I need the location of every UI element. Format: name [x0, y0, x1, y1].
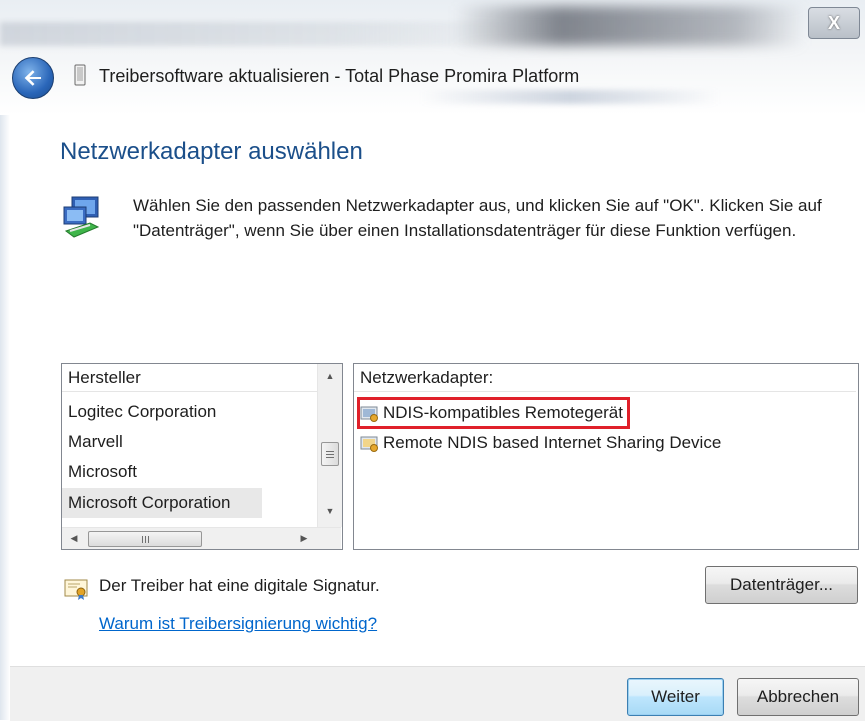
title-bar [0, 0, 865, 115]
next-button[interactable]: Weiter [627, 678, 724, 716]
scroll-up-icon[interactable]: ▲ [318, 366, 342, 386]
driver-signing-link[interactable]: Warum ist Treibersignierung wichtig? [99, 614, 377, 634]
signature-status-text: Der Treiber hat eine digitale Signatur. [99, 576, 380, 595]
adapter-item-label: NDIS-kompatibles Remotegerät [383, 403, 623, 422]
blurred-background-window [455, 6, 805, 46]
window-left-edge [0, 115, 10, 720]
network-device-icon [360, 406, 378, 422]
have-disk-button[interactable]: Datenträger... [705, 566, 858, 604]
cancel-button[interactable]: Abbrechen [737, 678, 859, 716]
device-icon [74, 64, 86, 86]
list-item[interactable]: Microsoft [62, 457, 262, 487]
back-arrow-icon [24, 70, 41, 86]
vertical-scrollbar[interactable]: ▲ ▼ [317, 364, 342, 527]
adapter-list-header: Netzwerkadapter: [354, 364, 856, 392]
page-heading: Netzwerkadapter auswählen [60, 138, 363, 165]
list-item-selected[interactable]: Microsoft Corporation [62, 488, 262, 518]
adapter-item-highlighted[interactable]: NDIS-kompatibles Remotegerät [357, 397, 630, 429]
instructions-text: Wählen Sie den passenden Netzwerkadapter… [133, 196, 822, 240]
horizontal-scrollbar[interactable]: ◀ ▶ [62, 527, 341, 549]
horizontal-scroll-thumb[interactable] [88, 531, 202, 547]
adapter-list[interactable]: Netzwerkadapter: NDIS-kompatibles Remote… [353, 363, 859, 550]
back-button[interactable] [12, 57, 54, 99]
network-adapter-icon [63, 196, 100, 238]
close-button[interactable]: X [808, 7, 860, 39]
vertical-scroll-thumb[interactable] [321, 442, 339, 466]
scroll-left-icon[interactable]: ◀ [64, 528, 84, 549]
blurred-background-toolbar [420, 90, 720, 104]
adapter-item[interactable]: Remote NDIS based Internet Sharing Devic… [360, 430, 721, 456]
adapter-item-label: Remote NDIS based Internet Sharing Devic… [383, 433, 722, 452]
certificate-icon [64, 579, 88, 600]
scroll-right-icon[interactable]: ▶ [294, 528, 314, 549]
network-device-icon [360, 436, 378, 452]
window-title: Treibersoftware aktualisieren - Total Ph… [99, 66, 580, 86]
manufacturer-list[interactable]: Hersteller Logitec Corporation Marvell M… [61, 363, 343, 550]
manufacturer-list-header: Hersteller [62, 364, 317, 392]
scroll-down-icon[interactable]: ▼ [318, 501, 342, 521]
close-icon: X [827, 12, 840, 33]
list-item[interactable]: Marvell [62, 427, 262, 457]
list-item[interactable]: Logitec Corporation [62, 397, 262, 427]
